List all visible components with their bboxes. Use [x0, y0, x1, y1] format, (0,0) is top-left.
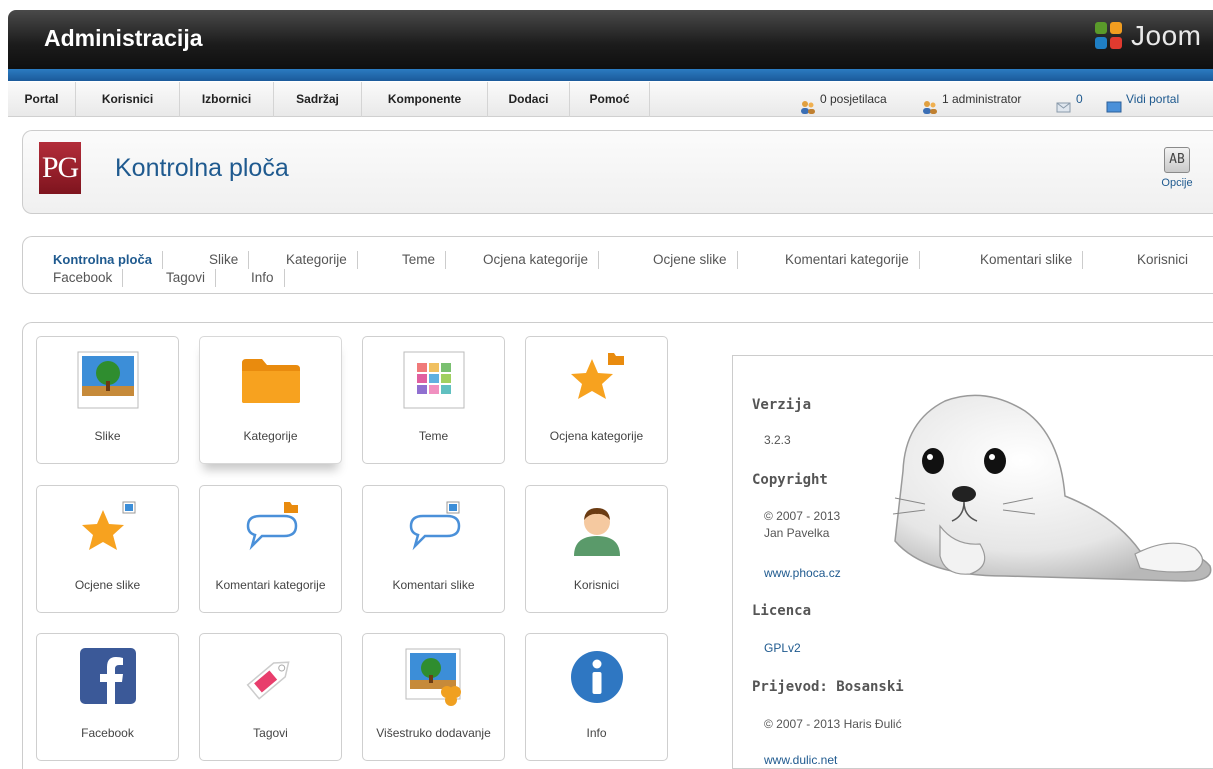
star-folder-icon — [526, 351, 667, 409]
admin-header: Administracija — [8, 10, 1213, 72]
star-image-icon — [37, 500, 178, 558]
header-strip — [8, 69, 1213, 81]
view-site-label: Vidi portal — [1126, 92, 1180, 106]
tab-teme[interactable]: Teme — [402, 251, 447, 269]
monitor-icon — [1106, 93, 1122, 112]
title-panel: PG Kontrolna ploča AB Opcije — [22, 130, 1213, 214]
facebook-icon — [37, 648, 178, 706]
menu-portal[interactable]: Portal — [8, 82, 76, 117]
license-link[interactable]: GPLv2 — [764, 641, 801, 655]
menu-dodaci[interactable]: Dodaci — [488, 82, 570, 117]
tile-teme[interactable]: Teme — [362, 336, 505, 464]
menu-sadrzaj[interactable]: Sadržaj — [274, 82, 362, 117]
seal-mascot-illustration — [885, 376, 1213, 596]
multiple-add-icon — [363, 648, 504, 706]
tile-korisnici[interactable]: Korisnici — [525, 485, 668, 613]
comment-image-icon — [363, 500, 504, 558]
tile-label: Višestruko dodavanje — [376, 726, 491, 740]
tile-label: Ocjene slike — [74, 578, 141, 592]
tile-ocjena-kategorije[interactable]: Ocjena kategorije — [525, 336, 668, 464]
tile-label: Teme — [418, 429, 449, 443]
tile-label: Tagovi — [253, 726, 288, 740]
submenu-tabs: Kontrolna ploča Slike Kategorije Teme Oc… — [22, 236, 1213, 294]
options-icon: AB — [1164, 147, 1190, 173]
tile-tagovi[interactable]: Tagovi — [199, 633, 342, 761]
admins-status: 1 administrator — [922, 82, 1021, 117]
version-heading: Verzija — [752, 397, 812, 413]
tile-kategorije[interactable]: Kategorije — [199, 336, 342, 464]
main-menu: Portal Korisnici Izbornici Sadržaj Kompo… — [8, 82, 1213, 117]
options-button[interactable]: AB Opcije — [1153, 143, 1201, 205]
tab-kontrolna-ploca[interactable]: Kontrolna ploča — [53, 251, 163, 269]
license-heading: Licenca — [752, 603, 812, 619]
messages-status[interactable]: 0 — [1056, 82, 1083, 117]
tile-facebook[interactable]: Facebook — [36, 633, 179, 761]
copyright-line-1: © 2007 - 2013 — [764, 509, 841, 523]
tab-kategorije[interactable]: Kategorije — [286, 251, 358, 269]
visitors-status: 0 posjetilaca — [800, 82, 887, 117]
visitors-count: 0 posjetilaca — [820, 92, 887, 106]
tile-komentari-kategorije[interactable]: Komentari kategorije — [199, 485, 342, 613]
copyright-heading: Copyright — [752, 472, 828, 488]
tag-icon — [200, 648, 341, 706]
menu-izbornici[interactable]: Izbornici — [180, 82, 274, 117]
image-icon — [37, 351, 178, 409]
tile-label: Info — [586, 726, 607, 740]
user-icon — [526, 500, 667, 558]
tile-visestruko-dodavanje[interactable]: Višestruko dodavanje — [362, 633, 505, 761]
phoca-website-link[interactable]: www.phoca.cz — [764, 566, 841, 580]
translator-website-link[interactable]: www.dulic.net — [764, 753, 837, 767]
tab-facebook[interactable]: Facebook — [53, 269, 124, 287]
tile-label: Korisnici — [573, 578, 620, 592]
joomla-logo-icon — [1093, 20, 1125, 52]
phoca-gallery-logo: PG — [39, 142, 81, 194]
joomla-logo[interactable]: Joom — [1093, 18, 1201, 54]
tile-komentari-slike[interactable]: Komentari slike — [362, 485, 505, 613]
comment-folder-icon — [200, 500, 341, 558]
admin-icon — [922, 93, 938, 114]
tile-slike[interactable]: Slike — [36, 336, 179, 464]
info-panel: Verzija 3.2.3 Copyright © 2007 - 2013 Ja… — [732, 355, 1213, 769]
translation-heading: Prijevod: Bosanski — [752, 679, 904, 695]
tile-ocjene-slike[interactable]: Ocjene slike — [36, 485, 179, 613]
tile-info[interactable]: Info — [525, 633, 668, 761]
tile-label: Ocjena kategorije — [549, 429, 644, 443]
menu-pomoc[interactable]: Pomoć — [570, 82, 650, 117]
tab-komentari-kategorije[interactable]: Komentari kategorije — [785, 251, 920, 269]
mail-icon — [1056, 93, 1072, 112]
copyright-line-2: Jan Pavelka — [764, 526, 830, 540]
tab-tagovi[interactable]: Tagovi — [166, 269, 217, 287]
tile-label: Facebook — [81, 726, 134, 740]
version-value: 3.2.3 — [764, 433, 791, 447]
menu-korisnici[interactable]: Korisnici — [76, 82, 180, 117]
translation-copyright: © 2007 - 2013 Haris Đulić — [764, 717, 902, 731]
folder-icon — [200, 351, 341, 409]
admins-count: 1 administrator — [942, 92, 1022, 106]
logo-text: Joom — [1131, 20, 1202, 51]
tile-label: Kategorije — [243, 429, 298, 443]
tile-label: Komentari kategorije — [215, 578, 326, 592]
users-icon — [800, 93, 816, 114]
page-title: Kontrolna ploča — [115, 154, 289, 182]
tab-korisnici[interactable]: Korisnici — [1137, 251, 1198, 269]
tab-info[interactable]: Info — [251, 269, 285, 287]
tab-komentari-slike[interactable]: Komentari slike — [980, 251, 1084, 269]
menu-komponente[interactable]: Komponente — [362, 82, 488, 117]
tab-ocjena-kategorije[interactable]: Ocjena kategorije — [483, 251, 600, 269]
header-title: Administracija — [44, 25, 203, 51]
themes-icon — [363, 351, 504, 409]
tile-label: Komentari slike — [392, 578, 475, 592]
tab-slike[interactable]: Slike — [209, 251, 250, 269]
info-icon — [526, 648, 667, 706]
tile-label: Slike — [94, 429, 121, 443]
messages-count: 0 — [1076, 92, 1083, 106]
view-site-link[interactable]: Vidi portal — [1106, 82, 1179, 117]
options-label: Opcije — [1161, 177, 1193, 189]
tab-ocjene-slike[interactable]: Ocjene slike — [653, 251, 738, 269]
